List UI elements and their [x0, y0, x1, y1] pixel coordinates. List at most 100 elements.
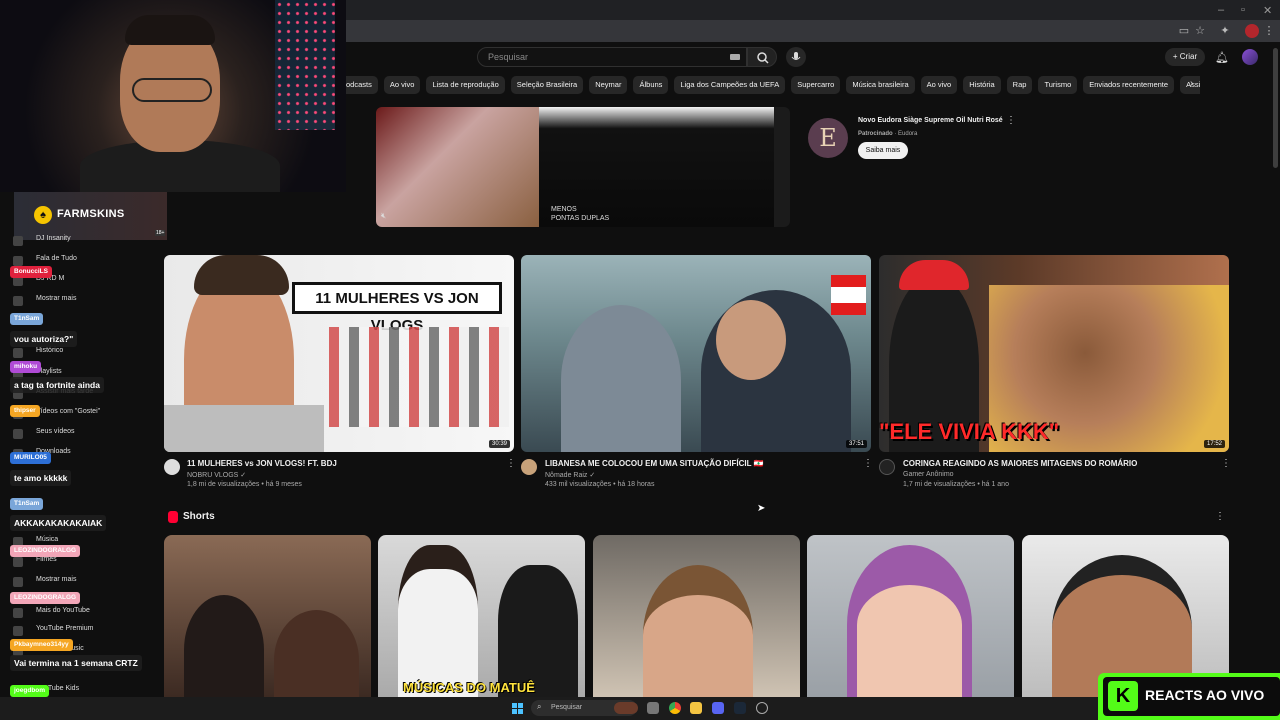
short-caption: MÚSICAS DO MATUÊ: [403, 680, 535, 695]
maximize-icon[interactable]: ▫: [1241, 4, 1245, 16]
filter-chip[interactable]: História: [963, 76, 1001, 94]
close-icon[interactable]: ✕: [1263, 4, 1272, 17]
bookmark-star-icon[interactable]: ☆: [1193, 24, 1207, 38]
minimize-icon[interactable]: –: [1218, 4, 1224, 16]
short-thumbnail[interactable]: [164, 535, 371, 697]
channel-name[interactable]: Nômade Raiz ✓: [545, 471, 595, 479]
video-more-icon[interactable]: ⋮: [863, 458, 873, 469]
filter-chip[interactable]: Ao vivo: [383, 76, 421, 94]
channel-avatar[interactable]: [879, 459, 895, 475]
chat-username: thipser: [10, 405, 40, 417]
chat-username: Pkbaymneo314yy: [10, 639, 73, 651]
search-button[interactable]: [747, 47, 777, 67]
account-avatar[interactable]: [1242, 49, 1258, 65]
video-title[interactable]: CORINGA REAGINDO AS MAIORES MITAGENS DO …: [903, 459, 1137, 468]
filter-chip[interactable]: Turismo: [1038, 76, 1078, 94]
steam-icon[interactable]: [734, 702, 746, 714]
browser-toolbar: [340, 20, 1280, 42]
task-view-icon[interactable]: [647, 702, 659, 714]
channel-name[interactable]: NOBRU VLOGS ✓: [187, 471, 246, 479]
video-thumbnail[interactable]: 11 MULHERES VS JON VLOGS 30:39: [164, 255, 514, 452]
sidebar-item[interactable]: Seus vídeos: [36, 428, 75, 435]
ad-title[interactable]: Novo Eudora Siàge Supreme Oil Nutri Rosé: [858, 117, 1003, 124]
extensions-icon[interactable]: ✦: [1218, 24, 1232, 38]
video-title[interactable]: 11 MULHERES vs JON VLOGS! FT. BDJ: [187, 459, 337, 468]
cast-icon[interactable]: ▭: [1177, 24, 1191, 38]
channel-name[interactable]: Gamer Anônimo: [903, 471, 954, 478]
sidebar-item[interactable]: YouTube Premium: [36, 625, 93, 632]
video-more-icon[interactable]: ⋮: [1221, 458, 1231, 469]
obs-icon[interactable]: [756, 702, 768, 714]
shorts-more-icon[interactable]: ⋮: [1215, 511, 1225, 522]
file-explorer-icon[interactable]: [690, 702, 702, 714]
video-thumbnail[interactable]: 37:51: [521, 255, 871, 452]
video-title[interactable]: LIBANESA ME COLOCOU EM UMA SITUAÇÃO DIFÍ…: [545, 459, 764, 468]
short-thumbnail[interactable]: [593, 535, 800, 697]
filter-chip[interactable]: Lista de reprodução: [426, 76, 505, 94]
chevron-right-icon[interactable]: ›: [1190, 78, 1193, 89]
filter-chip[interactable]: Música brasileira: [846, 76, 915, 94]
filter-chip[interactable]: Rap: [1006, 76, 1033, 94]
sidebar-item[interactable]: Música: [36, 536, 58, 543]
ad-video-player[interactable]: MENOS PONTAS DUPLAS 🔇︎: [376, 107, 790, 227]
notifications-bell-icon[interactable]: 🔔︎: [1215, 51, 1229, 64]
short-thumbnail[interactable]: [807, 535, 1014, 697]
ad-more-icon[interactable]: ⋮: [1006, 115, 1016, 126]
chat-message: AKKAKAKAKAKAIAK: [10, 515, 107, 531]
filter-chip[interactable]: Liga dos Campeões da UEFA: [674, 76, 786, 94]
video-more-icon[interactable]: ⋮: [506, 458, 516, 469]
sidebar-item[interactable]: DJ Insanity: [36, 235, 71, 242]
sidebar-item[interactable]: Filmes: [36, 556, 57, 563]
filter-chip[interactable]: Ao vivo: [920, 76, 958, 94]
video-thumbnail[interactable]: "ELE VIVIA KKK" 17:52: [879, 255, 1229, 452]
windows-start-icon[interactable]: [512, 703, 523, 714]
sidebar-item[interactable]: Mais do YouTube: [36, 607, 90, 614]
taskbar-search-icon: ⌕: [537, 702, 542, 711]
profile-icon[interactable]: [1245, 24, 1259, 38]
channel-avatar[interactable]: [521, 459, 537, 475]
video-meta: 433 mil visualizações • há 18 horas: [545, 481, 655, 488]
create-button[interactable]: + Criar: [1165, 48, 1205, 66]
filter-chip[interactable]: Seleção Brasileira: [510, 76, 584, 94]
sidebar-item-icon: [13, 256, 23, 266]
sidebar-item[interactable]: Fala de Tudo: [36, 255, 77, 262]
farmskins-logo-icon: ♠: [34, 206, 52, 224]
ad-frame-left: [376, 107, 539, 227]
menu-dots-icon[interactable]: ⋮: [1262, 24, 1276, 38]
lebanon-flag-icon: [831, 275, 866, 315]
sidebar-item-icon: [13, 348, 23, 358]
sidebar-item[interactable]: Mostrar mais: [36, 295, 76, 302]
sidebar-item-icon: [13, 296, 23, 306]
sidebar-item[interactable]: Histórico: [36, 347, 63, 354]
thumb-women-group: [329, 327, 509, 427]
keyboard-icon[interactable]: [730, 54, 740, 60]
discord-icon[interactable]: [712, 702, 724, 714]
scrollbar[interactable]: [1273, 48, 1278, 168]
search-input[interactable]: Pesquisar: [477, 47, 747, 67]
ad-overlay-line1: MENOS: [551, 206, 577, 213]
mic-icon: [791, 52, 801, 60]
ad-sponsored-line: Patrocinado · Eudora: [858, 131, 918, 137]
kick-logo-icon: K: [1108, 681, 1138, 711]
ad-advertiser-logo[interactable]: E: [808, 118, 848, 158]
filter-chip[interactable]: Enviados recentemente: [1083, 76, 1175, 94]
chat-message: te amo kkkkk: [10, 470, 72, 486]
search-icon: [757, 52, 769, 64]
filter-chip[interactable]: Neymar: [589, 76, 628, 94]
taskbar-widget-icon[interactable]: [614, 702, 638, 714]
filter-chip[interactable]: Supercarro: [791, 76, 841, 94]
sidebar-item-icon: [13, 429, 23, 439]
filter-chip[interactable]: Álbuns: [633, 76, 669, 94]
channel-avatar[interactable]: [164, 459, 180, 475]
christmas-tree: [275, 0, 335, 130]
mute-icon[interactable]: 🔇︎: [381, 211, 386, 221]
voice-search-button[interactable]: [786, 47, 806, 67]
sidebar-item[interactable]: Mostrar mais: [36, 576, 76, 583]
sidebar-item-icon: [13, 557, 23, 567]
ad-learn-more-button[interactable]: Saiba mais: [858, 142, 908, 159]
short-thumbnail[interactable]: [378, 535, 585, 697]
sidebar-item[interactable]: Vídeos com "Gostei": [36, 408, 100, 415]
chrome-icon[interactable]: [669, 702, 681, 714]
chat-username: LEOZINDOGRALGG: [10, 545, 81, 557]
age-badge: 18+: [155, 230, 166, 236]
